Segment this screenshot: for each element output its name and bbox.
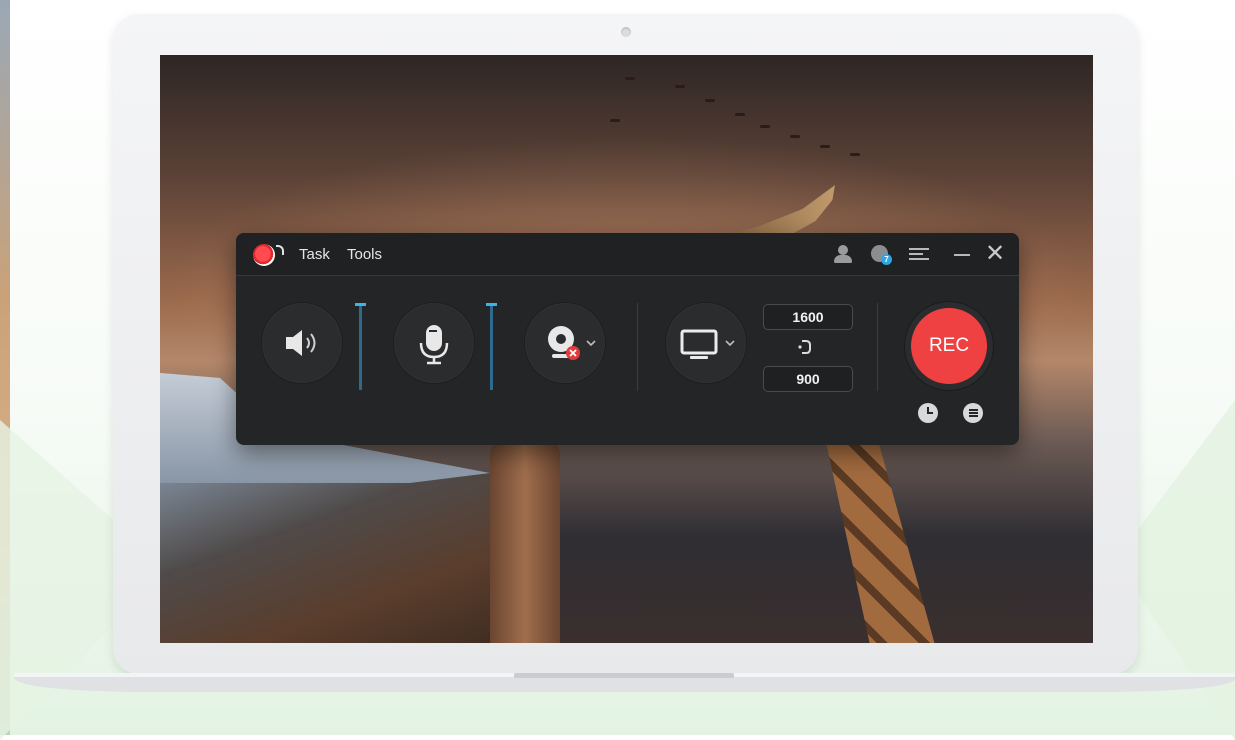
notification-icon[interactable]: 7 [869,243,892,265]
system-volume-slider[interactable] [355,303,366,390]
menu-tools[interactable]: Tools [347,246,382,263]
speaker-icon [286,330,316,356]
app-logo-icon [253,244,275,266]
wallpaper-bird [820,145,830,148]
region-height-input[interactable]: 900 [763,366,853,392]
microphone-volume-knob[interactable] [486,303,497,306]
screen-recorder-window: Task Tools 7 ✕ 1600 900 REC [236,233,1019,445]
wallpaper-bird [675,85,685,88]
wallpaper-bird [610,119,620,122]
aspect-ratio-lock-icon[interactable] [796,336,816,358]
record-button-ring[interactable]: REC [905,302,993,390]
schedule-clock-icon[interactable] [918,403,938,423]
section-divider [877,303,878,391]
recording-list-icon[interactable] [963,403,983,423]
wallpaper-bird [760,125,770,128]
system-volume-knob[interactable] [355,303,366,306]
wallpaper-bird [705,99,715,102]
close-icon[interactable]: ✕ [984,242,1006,266]
wallpaper-bird [790,135,800,138]
laptop-base [14,673,1235,692]
microphone-volume-slider[interactable] [486,303,497,390]
minimize-icon[interactable] [952,243,974,265]
app-logo-mark [276,245,284,255]
title-bar: Task Tools 7 ✕ [236,233,1019,276]
region-width-input[interactable]: 1600 [763,304,853,330]
wallpaper-bird [625,77,635,80]
wallpaper-bird [735,113,745,116]
rec-button[interactable]: REC [911,308,987,384]
wallpaper-giraffe-neck-left [490,435,560,643]
wallpaper-giraffe-neck-right [824,435,935,643]
wallpaper-bird [850,153,860,156]
section-divider [637,303,638,391]
microphone-icon [419,325,449,365]
laptop-camera [621,27,631,37]
webcam-icon [548,326,596,360]
menu-task[interactable]: Task [299,246,330,263]
monitor-icon [680,329,735,359]
account-icon[interactable] [832,243,854,265]
webcam-button[interactable] [525,303,605,383]
menu-hamburger-icon[interactable] [908,243,930,265]
display-select-button[interactable] [666,303,746,383]
system-sound-button[interactable] [262,303,342,383]
notification-badge: 7 [881,254,892,265]
microphone-button[interactable] [394,303,474,383]
